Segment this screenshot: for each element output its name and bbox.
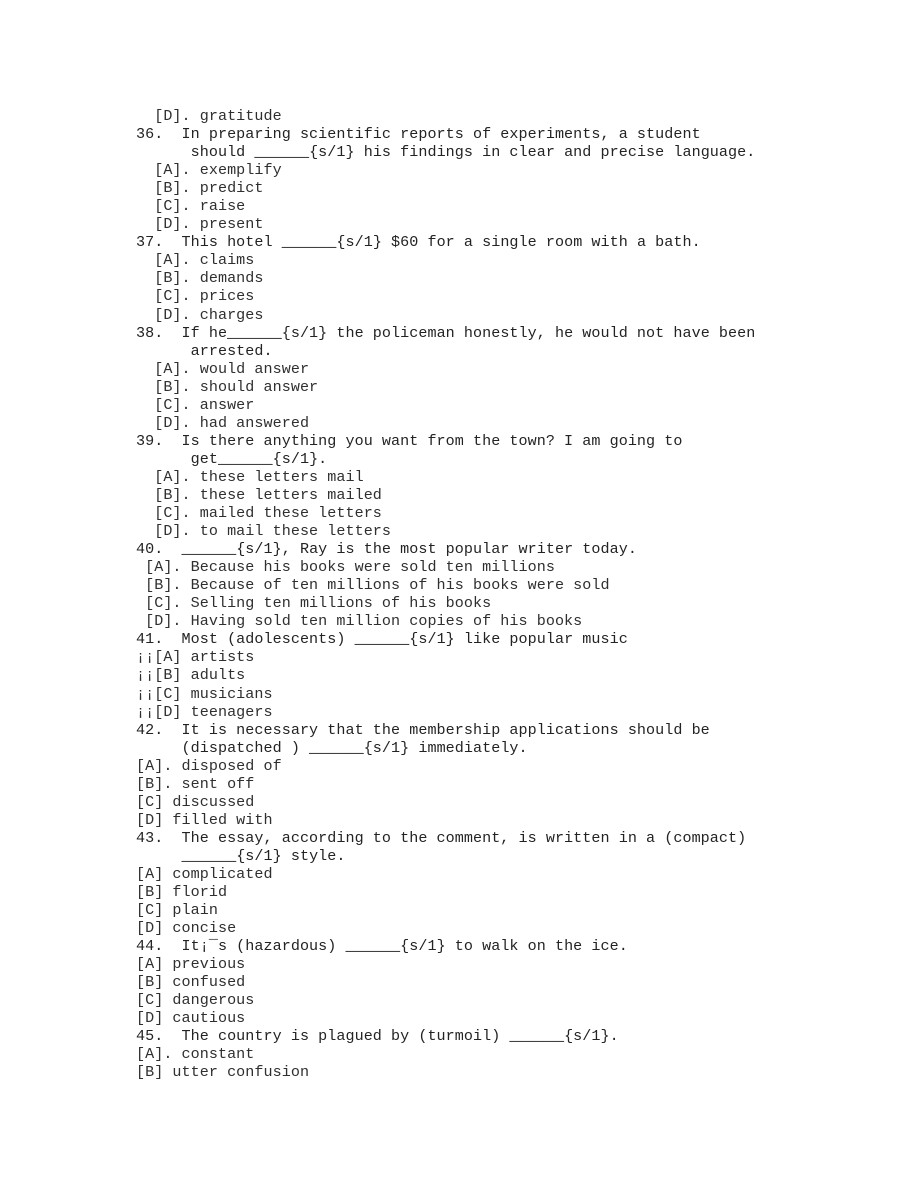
answer-option-line: [B]. predict [136, 179, 264, 198]
answer-option-line: [C] plain [136, 901, 218, 920]
answer-option-line: [A]. would answer [136, 359, 310, 378]
answer-option-line: [B]. these letters mailed [136, 485, 382, 504]
answer-option-line: [A]. Because his books were sold ten mil… [136, 558, 555, 577]
answer-option-line: [D] filled with [136, 810, 273, 829]
fill-in-blank: ______ [254, 143, 310, 162]
fill-in-blank: ______ [354, 630, 410, 649]
answer-option-line: [C] dangerous [136, 991, 255, 1010]
fill-in-blank: ______ [227, 323, 282, 342]
answer-option-line: [C] discussed [136, 792, 255, 811]
fill-in-blank: ______ [217, 449, 273, 468]
answer-option-line: [C]. raise [136, 197, 246, 216]
question-line: 36. In preparing scientific reports of e… [136, 125, 701, 144]
question-line: 38. If he______{s/1} the policeman hones… [136, 323, 756, 342]
answer-option-line: [B] florid [136, 883, 228, 902]
answer-option-line: [C]. mailed these letters [136, 504, 382, 523]
answer-option-line: [B]. should answer [136, 377, 319, 396]
answer-option-line: [B]. demands [136, 269, 264, 288]
fill-in-blank: ______ [345, 937, 401, 956]
answer-option-line: [C]. prices [136, 287, 255, 306]
answer-option-line: [D]. present [136, 215, 264, 234]
question-continuation-line: should ______{s/1} his findings in clear… [136, 143, 756, 162]
answer-option-line: [B]. Because of ten millions of his book… [136, 576, 610, 595]
answer-option-line: [C]. answer [136, 395, 255, 414]
answer-option-line: ¡¡[D] teenagers [136, 702, 273, 721]
fill-in-blank: ______ [509, 1027, 565, 1046]
answer-option-line: [D]. had answered [136, 413, 310, 432]
answer-option-line: [D]. Having sold ten million copies of h… [136, 612, 583, 631]
answer-option-line: [A] complicated [136, 864, 273, 883]
answer-option-line: ¡¡[A] artists [136, 648, 255, 667]
answer-option-line: [B] utter confusion [136, 1063, 310, 1082]
exam-question-list: [D]. gratitude 36. In preparing scientifi… [136, 107, 876, 1082]
fill-in-blank: ______ [181, 540, 237, 559]
question-continuation-line: (dispatched ) ______{s/1} immediately. [136, 738, 528, 757]
answer-option-line: [A]. disposed of [136, 756, 282, 775]
page-sheet: [D]. gratitude 36. In preparing scientifi… [0, 0, 920, 1191]
answer-option-line: [D] concise [136, 919, 237, 938]
question-line: 39. Is there anything you want from the … [136, 431, 683, 450]
question-line: 45. The country is plagued by (turmoil) … [136, 1027, 619, 1046]
answer-option-line: [D]. charges [136, 305, 264, 324]
question-line: 40. ______{s/1}, Ray is the most popular… [136, 540, 637, 559]
answer-option-line: [B]. sent off [136, 774, 255, 793]
question-line: 41. Most (adolescents) ______{s/1} like … [136, 630, 628, 649]
question-continuation-line: get______{s/1}. [136, 449, 328, 468]
question-line: 44. It¡‾s (hazardous) ______{s/1} to wal… [136, 937, 628, 956]
question-continuation-line: arrested. [136, 341, 273, 360]
question-line: 42. It is necessary that the membership … [136, 720, 710, 739]
answer-option-line: [A] previous [136, 955, 246, 974]
answer-option-line: ¡¡[C] musicians [136, 684, 273, 703]
answer-option-line: [A]. claims [136, 251, 255, 270]
answer-option-line: ¡¡[B] adults [136, 666, 246, 685]
answer-option-line: [D]. gratitude [136, 107, 282, 125]
answer-option-line: [B] confused [136, 973, 246, 992]
question-line: 43. The essay, according to the comment,… [136, 828, 747, 847]
answer-option-line: [D] cautious [136, 1009, 246, 1028]
question-continuation-line: ______{s/1} style. [181, 846, 346, 865]
answer-option-line: [C]. Selling ten millions of his books [136, 594, 492, 613]
answer-option-line: [A]. these letters mail [136, 467, 364, 486]
answer-option-line: [A]. constant [136, 1045, 255, 1064]
fill-in-blank: ______ [181, 846, 237, 865]
question-line: 37. This hotel ______{s/1} $60 for a sin… [136, 233, 701, 252]
fill-in-blank: ______ [309, 738, 364, 757]
fill-in-blank: ______ [281, 233, 337, 252]
answer-option-line: [D]. to mail these letters [136, 522, 392, 541]
answer-option-line: [A]. exemplify [136, 161, 282, 180]
